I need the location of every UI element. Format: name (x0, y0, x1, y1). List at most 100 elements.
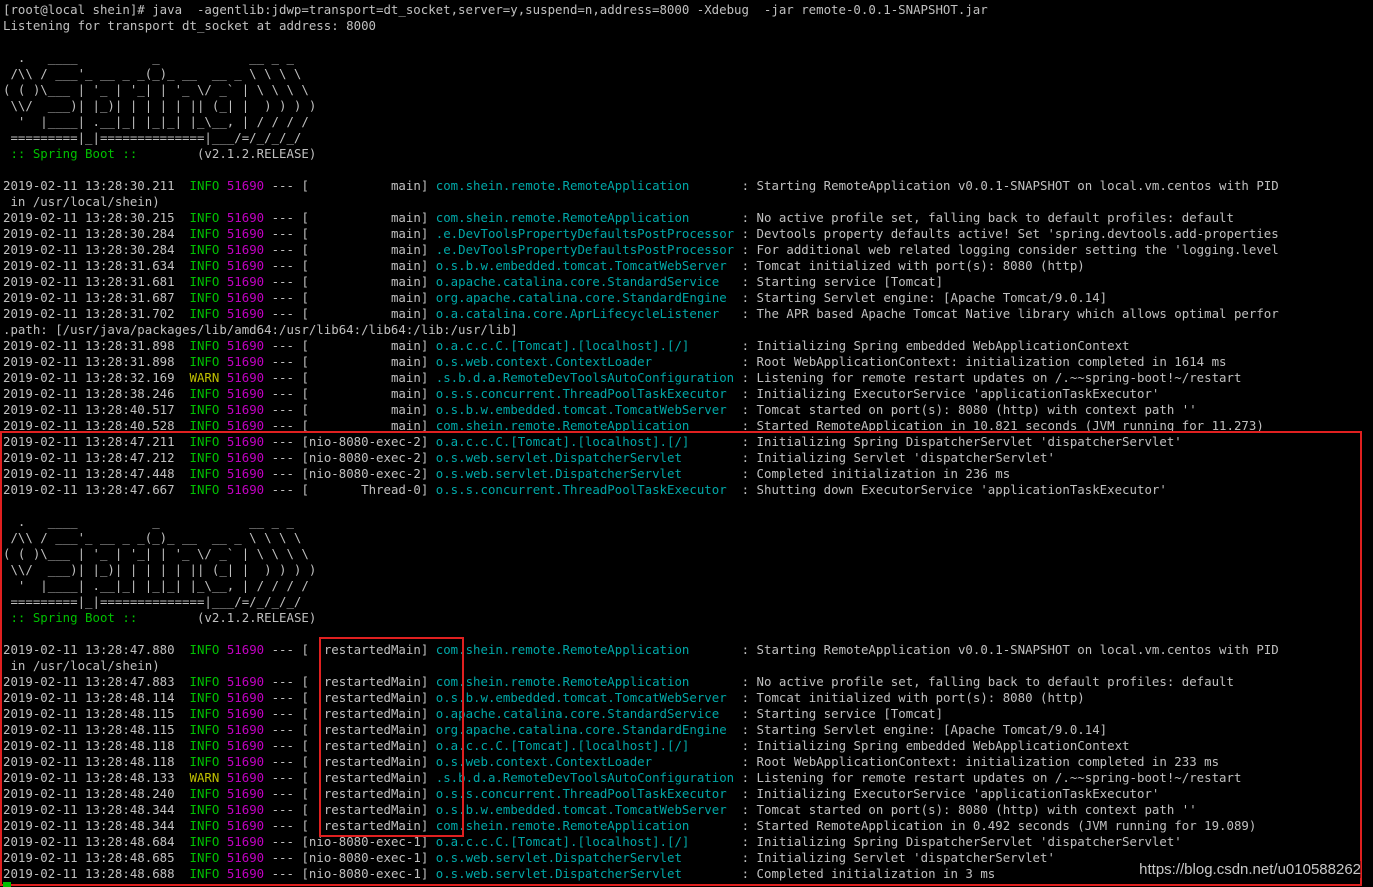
terminal-line: . ____ _ __ _ _ (3, 50, 294, 65)
log-separator: --- (264, 386, 302, 401)
log-separator: --- (264, 242, 302, 257)
log-thread: restartedMain (308, 722, 421, 737)
log-message: Root WebApplicationContext: initializati… (756, 354, 1227, 369)
log-line: 2019-02-11 13:28:31.702 INFO 51690 --- [… (3, 306, 1279, 321)
log-thread: nio-8080-exec-2 (308, 450, 421, 465)
log-timestamp: 2019-02-11 13:28:48.118 (3, 738, 175, 753)
log-logger: com.shein.remote.RemoteApplication (435, 818, 735, 833)
log-pid: 51690 (226, 690, 265, 705)
log-line: 2019-02-11 13:28:31.898 INFO 51690 --- [… (3, 354, 1227, 369)
log-thread: restartedMain (308, 754, 421, 769)
log-timestamp: 2019-02-11 13:28:30.284 (3, 226, 175, 241)
log-timestamp: 2019-02-11 13:28:48.114 (3, 690, 175, 705)
log-timestamp: 2019-02-11 13:28:31.898 (3, 338, 175, 353)
log-logger: com.shein.remote.RemoteApplication (435, 418, 735, 433)
log-thread: restartedMain (308, 802, 421, 817)
log-thread: main (308, 226, 421, 241)
log-pid: 51690 (226, 370, 265, 385)
log-message: No active profile set, falling back to d… (756, 210, 1234, 225)
log-line: 2019-02-11 13:28:30.284 INFO 51690 --- [… (3, 242, 1279, 257)
log-level: INFO (189, 642, 220, 657)
log-thread: main (308, 370, 421, 385)
log-pid: 51690 (226, 466, 265, 481)
log-separator: --- (264, 226, 302, 241)
log-level: INFO (189, 226, 220, 241)
log-logger: org.apache.catalina.core.StandardEngine (435, 722, 735, 737)
banner-label: :: Spring Boot :: (3, 610, 145, 625)
log-line: 2019-02-11 13:28:30.211 INFO 51690 --- [… (3, 178, 1279, 193)
log-timestamp: 2019-02-11 13:28:47.448 (3, 466, 175, 481)
terminal-line: \\/ ___)| |_)| | | | | || (_| | ) ) ) ) (3, 98, 317, 113)
log-pid: 51690 (226, 722, 265, 737)
log-separator: --- (264, 338, 302, 353)
log-thread: main (308, 338, 421, 353)
log-logger: o.s.web.context.ContextLoader (435, 354, 735, 369)
log-logger: org.apache.catalina.core.StandardEngine (435, 290, 735, 305)
log-separator: --- (264, 418, 302, 433)
log-message: Listening for remote restart updates on … (756, 370, 1242, 385)
log-pid: 51690 (226, 290, 265, 305)
log-separator: --- (264, 178, 302, 193)
log-timestamp: 2019-02-11 13:28:31.681 (3, 274, 175, 289)
log-level: INFO (189, 354, 220, 369)
log-line: 2019-02-11 13:28:48.344 INFO 51690 --- [… (3, 818, 1257, 833)
log-level: INFO (189, 690, 220, 705)
log-pid: 51690 (226, 754, 265, 769)
log-message: No active profile set, falling back to d… (756, 674, 1234, 689)
log-timestamp: 2019-02-11 13:28:30.215 (3, 210, 175, 225)
log-separator: --- (264, 754, 302, 769)
log-thread: restartedMain (308, 818, 421, 833)
log-pid: 51690 (226, 482, 265, 497)
log-separator: --- (264, 642, 302, 657)
log-level: INFO (189, 818, 220, 833)
log-logger: com.shein.remote.RemoteApplication (435, 674, 735, 689)
log-level: INFO (189, 290, 220, 305)
log-pid: 51690 (226, 834, 265, 849)
log-thread: Thread-0 (308, 482, 421, 497)
log-thread: restartedMain (308, 738, 421, 753)
log-timestamp: 2019-02-11 13:28:30.211 (3, 178, 175, 193)
log-level: INFO (189, 258, 220, 273)
log-level: INFO (189, 210, 220, 225)
terminal-line: /\\ / ___'_ __ _ _(_)_ __ __ _ \ \ \ \ (3, 66, 302, 81)
log-separator: --- (264, 306, 302, 321)
terminal-line: ' |____| .__|_| |_|_| |_\__, | / / / / (3, 578, 309, 593)
log-timestamp: 2019-02-11 13:28:48.115 (3, 706, 175, 721)
log-logger: o.s.b.w.embedded.tomcat.TomcatWebServer (435, 802, 735, 817)
log-line: 2019-02-11 13:28:31.898 INFO 51690 --- [… (3, 338, 1130, 353)
log-pid: 51690 (226, 802, 265, 817)
log-level: INFO (189, 786, 220, 801)
spring-boot-banner-line: :: Spring Boot :: (v2.1.2.RELEASE) (3, 146, 1373, 162)
log-thread: main (308, 402, 421, 417)
log-logger: o.s.b.w.embedded.tomcat.TomcatWebServer (435, 690, 735, 705)
log-line: 2019-02-11 13:28:31.681 INFO 51690 --- [… (3, 274, 944, 289)
log-pid: 51690 (226, 738, 265, 753)
terminal-output[interactable]: [root@local shein]# java -agentlib:jdwp=… (3, 2, 1373, 887)
log-line: 2019-02-11 13:28:47.211 INFO 51690 --- [… (3, 434, 1182, 449)
log-pid: 51690 (226, 642, 265, 657)
log-line: 2019-02-11 13:28:31.687 INFO 51690 --- [… (3, 290, 1108, 305)
log-separator: --- (264, 370, 302, 385)
log-logger: o.s.web.servlet.DispatcherServlet (435, 450, 735, 465)
spring-boot-banner-line: :: Spring Boot :: (v2.1.2.RELEASE) (3, 610, 1373, 626)
log-pid: 51690 (226, 210, 265, 225)
log-logger: o.a.c.c.C.[Tomcat].[localhost].[/] (435, 434, 735, 449)
log-line: 2019-02-11 13:28:47.448 INFO 51690 --- [… (3, 466, 1011, 481)
log-pid: 51690 (226, 706, 265, 721)
log-separator: --- (264, 274, 302, 289)
terminal-line: =========|_|==============|___/=/_/_/_/ (3, 594, 302, 609)
log-separator: --- (264, 866, 302, 881)
terminal-line: Listening for transport dt_socket at add… (3, 18, 376, 33)
log-timestamp: 2019-02-11 13:28:31.634 (3, 258, 175, 273)
log-timestamp: 2019-02-11 13:28:48.685 (3, 850, 175, 865)
log-level: INFO (189, 482, 220, 497)
log-message: Tomcat initialized with port(s): 8080 (h… (756, 258, 1085, 273)
log-logger: o.s.b.w.embedded.tomcat.TomcatWebServer (435, 258, 735, 273)
terminal-line: [root@local shein]# java -agentlib:jdwp=… (3, 2, 988, 17)
log-message: Initializing Servlet 'dispatcherServlet' (756, 850, 1055, 865)
log-line: 2019-02-11 13:28:48.114 INFO 51690 --- [… (3, 690, 1085, 705)
log-line: 2019-02-11 13:28:47.667 INFO 51690 --- [… (3, 482, 1167, 497)
log-separator: --- (264, 706, 302, 721)
banner-label: :: Spring Boot :: (3, 146, 145, 161)
